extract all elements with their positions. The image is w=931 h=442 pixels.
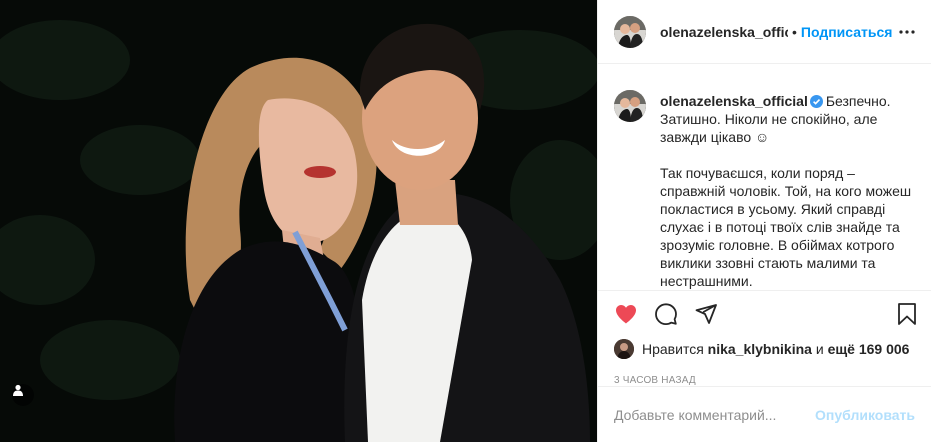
more-options-button[interactable] <box>897 22 917 42</box>
likes-conj: и <box>815 341 824 357</box>
likes-count[interactable]: ещё 169 006 <box>828 341 910 357</box>
tagged-users-button[interactable] <box>12 384 34 406</box>
bookmark-icon[interactable] <box>895 302 919 326</box>
more-horizontal-icon <box>899 30 915 34</box>
follow-button[interactable]: Подписаться <box>801 24 893 40</box>
likes-summary: Нравится nika_klybnikina и ещё 169 006 <box>598 337 931 361</box>
post-photo[interactable] <box>0 0 597 442</box>
caption-avatar[interactable] <box>614 90 646 122</box>
caption-username[interactable]: olenazelenska_official <box>660 93 808 109</box>
comment-input[interactable] <box>614 406 816 423</box>
post-comment-button[interactable]: Опубликовать <box>815 407 915 423</box>
liker-avatar[interactable] <box>614 339 634 359</box>
likes-prefix: Нравится <box>642 341 704 357</box>
comment-icon[interactable] <box>654 302 678 326</box>
action-bar <box>598 291 931 337</box>
author-username[interactable]: olenazelenska_offic <box>660 24 788 40</box>
author-avatar[interactable] <box>614 15 646 48</box>
couple-photo <box>0 0 597 442</box>
comments-area[interactable]: olenazelenska_official Безпечно. Затишно.… <box>598 64 931 291</box>
avatar-image <box>614 339 634 359</box>
share-icon[interactable] <box>694 302 718 326</box>
avatar-image <box>614 15 646 48</box>
liker-username[interactable]: nika_klybnikina <box>708 341 812 357</box>
post-timestamp[interactable]: 3 часов назад <box>598 375 931 386</box>
user-icon <box>13 384 23 396</box>
caption-paragraph-2: Так почуваєшся, коли поряд – справжній ч… <box>660 165 912 289</box>
caption-body: olenazelenska_official Безпечно. Затишно.… <box>660 92 915 290</box>
heart-filled-icon[interactable] <box>614 302 638 326</box>
comment-form: Опубликовать <box>598 386 931 442</box>
caption: olenazelenska_official Безпечно. Затишно.… <box>614 90 915 290</box>
avatar-image <box>614 90 646 122</box>
post-header: olenazelenska_offic • Подписаться <box>598 0 931 64</box>
verified-badge-icon <box>809 95 823 108</box>
separator-dot: • <box>792 23 797 40</box>
caption-paragraph-1: olenazelenska_official Безпечно. Затишно.… <box>660 92 915 146</box>
post-panel: olenazelenska_offic • Подписаться olenaz… <box>597 0 931 442</box>
